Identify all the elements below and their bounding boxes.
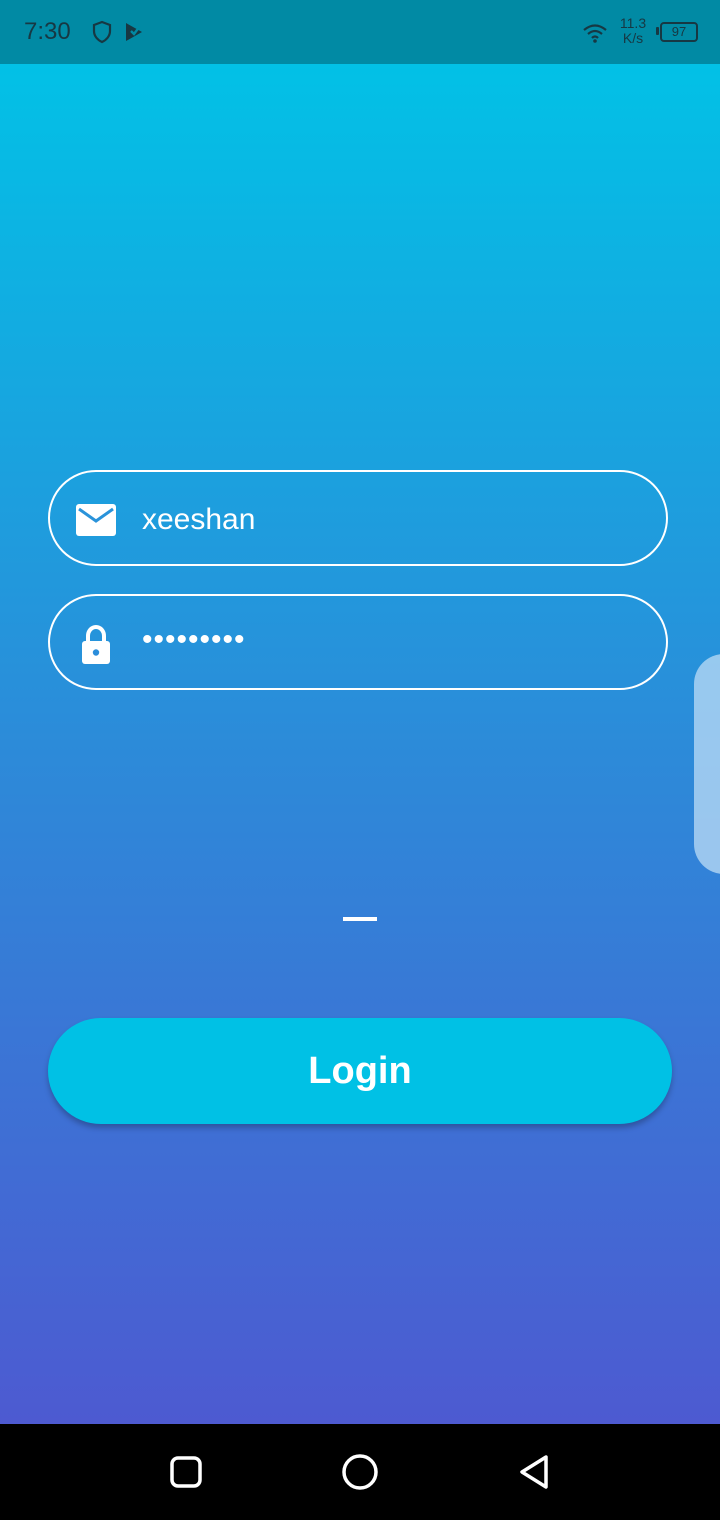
back-button[interactable] (514, 1452, 554, 1492)
main-content: xeeshan ••••••••• Login (0, 64, 720, 1424)
username-field[interactable]: xeeshan (48, 470, 668, 566)
loading-indicator (343, 917, 377, 921)
password-value: ••••••••• (142, 623, 246, 656)
network-speed-value: 11.3 (619, 15, 647, 31)
password-field[interactable]: ••••••••• (48, 594, 668, 690)
username-value: xeeshan (142, 503, 256, 536)
edge-panel-handle[interactable] (694, 654, 720, 874)
login-button[interactable]: Login (48, 1018, 672, 1124)
email-icon (76, 504, 116, 536)
lock-icon (82, 624, 110, 664)
battery-tip (656, 27, 659, 35)
wifi-icon (583, 24, 607, 43)
status-time: 7:30 (24, 18, 71, 45)
network-speed: 11.3 K/s (614, 16, 652, 46)
network-speed-unit: K/s (622, 30, 644, 46)
navigation-bar (0, 1424, 720, 1520)
battery-icon: 97 (656, 22, 698, 42)
home-button[interactable] (340, 1452, 380, 1492)
status-bar: 7:30 11.3 K/s 97 (0, 0, 720, 64)
battery-level: 97 (660, 22, 698, 42)
login-screen: 7:30 11.3 K/s 97 xeeshan ••••••••• Login (0, 0, 720, 1520)
play-store-icon (126, 23, 142, 41)
shield-icon (92, 20, 112, 44)
recents-button[interactable] (166, 1452, 206, 1492)
